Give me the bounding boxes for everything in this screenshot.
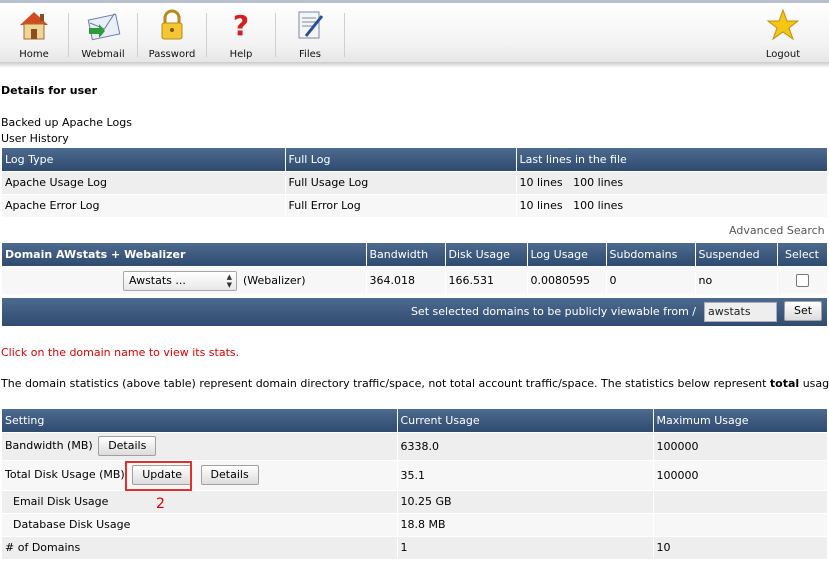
- public-path-input[interactable]: awstats: [704, 302, 777, 322]
- password-button[interactable]: Password: [138, 6, 206, 62]
- subdomains-value: 0: [606, 266, 696, 295]
- domains-table: Domain AWstats + Webalizer Bandwidth Dis…: [2, 243, 828, 295]
- disk-current: 35.1: [397, 460, 654, 491]
- webalizer-link[interactable]: (Webalizer): [243, 274, 305, 287]
- files-label: Files: [299, 49, 321, 60]
- hundred-lines-link[interactable]: 100 lines: [573, 176, 623, 189]
- col-disk-usage: Disk Usage: [445, 243, 528, 267]
- col-bandwidth: Bandwidth: [366, 243, 446, 267]
- webmail-button[interactable]: Webmail: [69, 6, 137, 62]
- advanced-search-link[interactable]: Advanced Search: [729, 224, 825, 237]
- help-button[interactable]: ? Help: [207, 6, 275, 62]
- update-highlight-box: [125, 461, 192, 491]
- star-icon: [766, 8, 800, 41]
- col-select: Select: [777, 243, 828, 267]
- log-type: Apache Error Log: [2, 194, 286, 218]
- lock-icon: [161, 9, 183, 40]
- stats-para-start: The domain statistics (above table) repr…: [1, 377, 770, 390]
- database-disk-current: 18.8 MB: [397, 513, 654, 537]
- bandwidth-max: 100000: [653, 432, 828, 461]
- database-disk-max: [653, 513, 828, 537]
- domains-count-current: 1: [397, 536, 654, 560]
- domains-footer-bar: Set selected domains to be publicly view…: [2, 298, 827, 326]
- email-disk-current: 10.25 GB: [397, 490, 654, 514]
- log-usage-value: 0.0080595: [527, 266, 607, 295]
- public-view-label: Set selected domains to be publicly view…: [410, 305, 696, 318]
- set-button[interactable]: Set: [784, 301, 823, 321]
- table-row: Apache Error Log Full Error Log 10 lines…: [2, 194, 828, 218]
- col-last-lines: Last lines in the file: [516, 148, 828, 172]
- annotation-number: 2: [156, 496, 165, 512]
- backed-up-apache-logs: Backed up Apache Logs: [1, 116, 132, 129]
- bandwidth-details-button[interactable]: Details: [98, 436, 157, 456]
- select-arrows-icon: ▲ ▼: [226, 272, 232, 289]
- webmail-icon: [87, 13, 121, 41]
- col-current-usage: Current Usage: [397, 409, 654, 433]
- ten-lines-link[interactable]: 10 lines: [520, 199, 563, 212]
- home-button[interactable]: Home: [0, 6, 68, 62]
- password-label: Password: [148, 49, 196, 60]
- suspended-value: no: [695, 266, 778, 295]
- disk-max: 100000: [653, 460, 828, 491]
- bandwidth-value: 364.018: [366, 266, 446, 295]
- user-history: User History: [1, 132, 69, 145]
- table-row: Awstats ... ▲ ▼ (Webalizer) 364.018 166.5…: [2, 266, 828, 295]
- home-icon: [20, 12, 48, 40]
- toolbar-shadow: [0, 62, 829, 68]
- stats-para-bold: total: [769, 377, 800, 390]
- logout-label: Logout: [765, 49, 801, 60]
- bandwidth-label: Bandwidth (MB): [5, 439, 93, 452]
- select-checkbox[interactable]: [795, 273, 809, 287]
- full-usage-log-link[interactable]: Full Usage Log: [289, 176, 369, 189]
- col-log-type: Log Type: [2, 148, 286, 172]
- email-disk-label: Email Disk Usage: [2, 490, 398, 514]
- log-type: Apache Usage Log: [2, 171, 286, 195]
- help-label: Help: [229, 49, 253, 60]
- col-maximum-usage: Maximum Usage: [653, 409, 828, 433]
- database-disk-label: Database Disk Usage: [2, 513, 398, 537]
- logout-button[interactable]: Logout: [749, 6, 817, 62]
- email-disk-max: [653, 490, 828, 514]
- page-title: Details for user: [1, 84, 98, 97]
- full-error-log-link[interactable]: Full Error Log: [289, 199, 361, 212]
- stats-para-end: usage.: [802, 377, 829, 390]
- col-domain-awstats: Domain AWstats + Webalizer: [2, 243, 367, 267]
- table-row: Bandwidth (MB) Details 6338.0 100000: [2, 432, 828, 461]
- disk-details-button[interactable]: Details: [200, 465, 259, 485]
- webmail-label: Webmail: [81, 49, 125, 60]
- stats-explanation: The domain statistics (above table) repr…: [1, 377, 829, 390]
- table-row: # of Domains 1 10: [2, 536, 828, 560]
- bandwidth-current: 6338.0: [397, 432, 654, 461]
- col-setting: Setting: [2, 409, 398, 433]
- table-row: Apache Usage Log Full Usage Log 10 lines…: [2, 171, 828, 195]
- disk-usage-label: Total Disk Usage (MB): [5, 468, 125, 481]
- logs-table: Log Type Full Log Last lines in the file…: [2, 148, 828, 218]
- table-row: Email Disk Usage 10.25 GB: [2, 490, 828, 514]
- col-suspended: Suspended: [695, 243, 778, 267]
- col-subdomains: Subdomains: [606, 243, 696, 267]
- help-icon: ?: [233, 9, 249, 42]
- hundred-lines-link[interactable]: 100 lines: [573, 199, 623, 212]
- top-toolbar: Home Webmail Password ? Help Files Logou…: [0, 0, 829, 62]
- awstats-select-value: Awstats ...: [129, 273, 186, 287]
- table-row: Database Disk Usage 18.8 MB: [2, 513, 828, 537]
- domains-count-label: # of Domains: [2, 536, 398, 560]
- domains-count-max: 10: [653, 536, 828, 560]
- col-full-log: Full Log: [285, 148, 517, 172]
- svg-text:?: ?: [233, 9, 249, 42]
- home-label: Home: [19, 49, 49, 60]
- ten-lines-link[interactable]: 10 lines: [520, 176, 563, 189]
- files-button[interactable]: Files: [276, 6, 344, 62]
- click-domain-note: Click on the domain name to view its sta…: [1, 346, 240, 359]
- col-log-usage: Log Usage: [527, 243, 607, 267]
- disk-usage-value: 166.531: [445, 266, 528, 295]
- awstats-select[interactable]: Awstats ... ▲ ▼: [123, 270, 237, 291]
- files-icon: [298, 11, 324, 39]
